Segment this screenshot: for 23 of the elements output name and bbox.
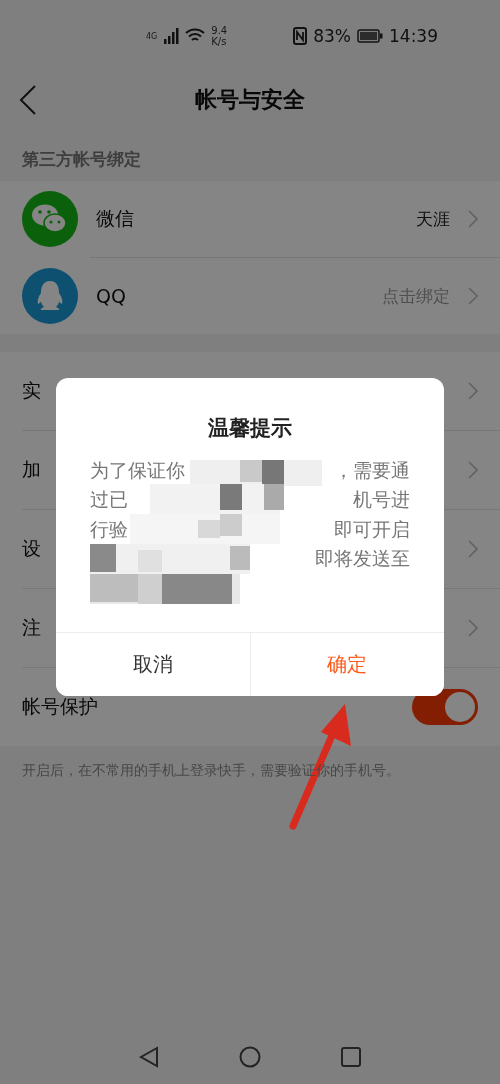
battery-percent: 83% [313, 26, 351, 46]
dialog-text: 行验 [90, 516, 128, 542]
dialog-title: 温馨提示 [207, 415, 293, 442]
binding-status: 天涯 [416, 207, 450, 231]
clock-time: 14:39 [389, 26, 438, 46]
dialog-text: 机号进 [353, 487, 410, 513]
dialog-text: 即将发送至 [315, 546, 410, 572]
dialog-text: 为了保证你 [90, 457, 185, 483]
settings-label: 帐号保护 [22, 694, 98, 719]
page-title: 帐号与安全 [195, 86, 305, 114]
dialog-text: 过已 [90, 487, 128, 513]
settings-label: 注 [22, 615, 41, 640]
settings-label: 加 [22, 457, 41, 482]
speed-value: 9.4 [211, 25, 228, 36]
dialog-text: 即可开启 [334, 516, 410, 542]
network-label: 4G [146, 30, 158, 42]
section-label: 第三方帐号绑定 [21, 148, 142, 171]
dialog-text: ，需要通 [334, 457, 410, 483]
settings-label: 实 [22, 378, 41, 403]
binding-label: 微信 [96, 206, 134, 231]
speed-unit: K/s [211, 36, 228, 47]
settings-label: 设 [22, 536, 41, 561]
binding-label: QQ [96, 285, 126, 307]
